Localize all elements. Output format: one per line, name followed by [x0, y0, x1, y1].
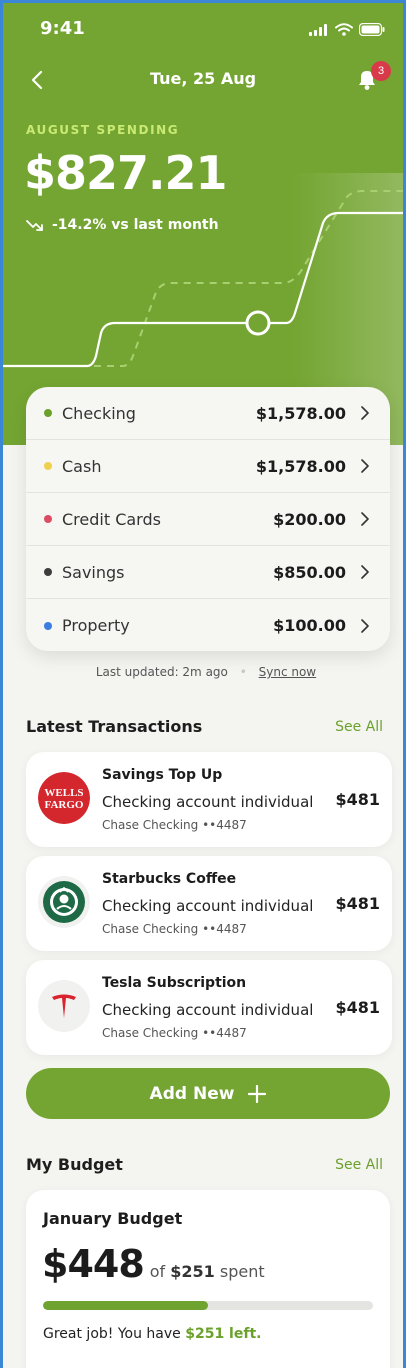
separator-dot: • — [239, 665, 247, 679]
account-value: $850.00 — [273, 562, 346, 582]
starbucks-logo — [38, 876, 90, 928]
transaction-source: Chase Checking ••4487 — [102, 1026, 247, 1040]
spending-label: AUGUST SPENDING — [26, 123, 180, 137]
chevron-right-icon — [361, 406, 369, 420]
budget-spent-text: of $251 spent — [150, 1262, 265, 1281]
transaction-account: Checking account individual — [102, 1001, 314, 1019]
transaction-amount: $481 — [335, 790, 380, 809]
account-row[interactable]: Checking $1,578.00 — [26, 387, 390, 440]
app-screen: 9:41 Tue, 25 Aug 3 AUGUST SPENDING $827.… — [0, 0, 406, 1368]
last-updated-text: Last updated: 2m ago — [95, 665, 228, 679]
budget-progress-fill — [43, 1301, 208, 1310]
transactions-see-all-link[interactable]: See All — [335, 719, 383, 735]
spending-header: 9:41 Tue, 25 Aug 3 AUGUST SPENDING $827.… — [3, 3, 403, 445]
account-color-dot — [44, 462, 52, 470]
transaction-name: Savings Top Up — [102, 767, 223, 783]
wells-fargo-logo: WELLSFARGO — [38, 772, 90, 824]
merchant-logo — [38, 876, 90, 928]
transaction-name: Starbucks Coffee — [102, 871, 237, 887]
budget-spent-suffix: spent — [219, 1262, 265, 1281]
this-month-line — [3, 211, 403, 368]
account-name: Checking — [62, 403, 136, 423]
budget-card[interactable]: January Budget $448 of $251 spent Great … — [26, 1190, 390, 1368]
account-color-dot — [44, 621, 52, 630]
add-new-button[interactable]: Add New — [26, 1068, 390, 1119]
account-value: $200.00 — [273, 509, 346, 529]
account-row[interactable]: Credit Cards $200.00 — [26, 493, 390, 546]
merchant-logo: WELLS FARGO — [38, 772, 90, 824]
wifi-icon — [335, 23, 353, 36]
account-row[interactable]: Property $100.00 — [26, 599, 390, 651]
chevron-right-icon — [361, 565, 369, 579]
nav-bar: Tue, 25 Aug 3 — [3, 57, 403, 101]
transaction-source: Chase Checking ••4487 — [102, 922, 247, 936]
account-color-dot — [44, 568, 52, 576]
transaction-name: Tesla Subscription — [102, 975, 247, 991]
transactions-title: Latest Transactions — [26, 717, 203, 736]
transaction-source: Chase Checking ••4487 — [102, 818, 247, 832]
chevron-right-icon — [361, 618, 369, 633]
plus-icon — [248, 1084, 267, 1103]
account-color-dot — [44, 515, 52, 523]
transaction-card[interactable]: Starbucks Coffee Checking account individ… — [26, 856, 392, 951]
budget-of-prefix: of — [149, 1262, 166, 1281]
transaction-amount: $481 — [335, 998, 380, 1017]
status-bar: 9:41 — [3, 3, 403, 53]
account-name: Property — [62, 616, 130, 635]
sync-now-link[interactable]: Sync now — [259, 665, 317, 679]
budget-see-all-link[interactable]: See All — [335, 1157, 383, 1173]
account-row[interactable]: Savings $850.00 — [26, 546, 390, 599]
battery-icon — [359, 23, 385, 36]
chevron-right-icon — [361, 459, 369, 473]
budget-summary: $448 of $251 spent — [42, 1242, 265, 1286]
add-new-label: Add New — [149, 1083, 235, 1104]
update-status: Last updated: 2m ago • Sync now — [3, 665, 403, 679]
chevron-right-icon — [361, 512, 369, 526]
chart-marker — [245, 310, 271, 336]
budget-spent-value: $251 — [170, 1262, 215, 1281]
account-color-dot — [44, 409, 52, 417]
account-name: Savings — [62, 562, 125, 582]
transaction-card[interactable]: Tesla Subscription Checking account indiv… — [26, 960, 392, 1055]
account-value: $1,578.00 — [255, 403, 346, 423]
transaction-amount: $481 — [335, 894, 380, 913]
tesla-logo — [38, 980, 90, 1032]
spending-trend-chart — [3, 190, 403, 368]
transaction-account: Checking account individual — [102, 897, 314, 915]
budget-remaining: $251 left. — [185, 1326, 262, 1342]
account-value: $100.00 — [273, 616, 346, 635]
account-name: Cash — [62, 456, 102, 476]
budget-progress-bar — [43, 1301, 373, 1310]
notification-badge: 3 — [371, 61, 391, 81]
account-name: Credit Cards — [62, 509, 161, 529]
status-time: 9:41 — [40, 18, 85, 39]
budget-name: January Budget — [43, 1209, 183, 1228]
wells-fargo-logo-text: WELLS — [44, 787, 83, 799]
last-month-line — [3, 190, 403, 367]
budget-title-heading: My Budget — [26, 1155, 123, 1174]
accounts-card: Checking $1,578.00 Cash $1,578.00 Credit Car… — [26, 387, 390, 651]
merchant-logo — [38, 980, 90, 1032]
account-row[interactable]: Cash $1,578.00 — [26, 440, 390, 493]
budget-message: Great job! You have $251 left. — [43, 1326, 261, 1342]
budget-amount: $448 — [42, 1242, 145, 1286]
transaction-card[interactable]: WELLS FARGO Savings Top Up Checking account… — [26, 752, 392, 847]
wells-fargo-logo-text: FARGO — [45, 799, 84, 811]
status-icons — [309, 23, 385, 36]
page-title: Tue, 25 Aug — [149, 69, 257, 88]
budget-message-text: Great job! You have — [43, 1326, 181, 1342]
account-value: $1,578.00 — [255, 456, 346, 476]
signal-icon — [309, 23, 327, 36]
transaction-account: Checking account individual — [102, 793, 314, 811]
